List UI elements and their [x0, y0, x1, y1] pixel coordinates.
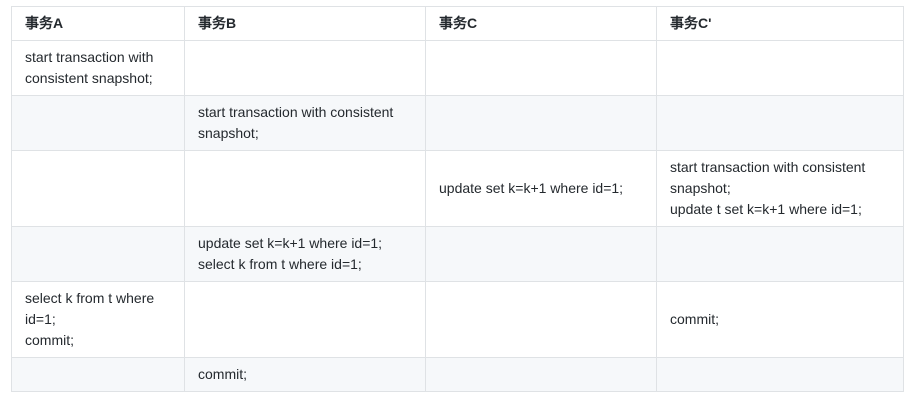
table-cell: [184, 40, 426, 96]
table-row: start transaction with consistent snapsh…: [11, 95, 904, 151]
table-cell: [656, 95, 904, 151]
table-cell: [425, 95, 657, 151]
cell-line: commit;: [198, 366, 247, 382]
table-cell: start transaction with consistent snapsh…: [656, 150, 904, 227]
table-cell: [425, 357, 657, 392]
table-row: start transaction with consistent snapsh…: [11, 40, 904, 96]
table-row: select k from t where id=1; commit; comm…: [11, 281, 904, 358]
content-area: 事务A 事务B 事务C 事务C' start transaction with …: [11, 6, 904, 392]
header-transaction-b: 事务B: [184, 6, 426, 41]
cell-line: start transaction with consistent snapsh…: [198, 104, 394, 141]
header-row: 事务A 事务B 事务C 事务C': [11, 6, 904, 41]
table-cell: update set k=k+1 where id=1; select k fr…: [184, 226, 426, 282]
table-cell: select k from t where id=1; commit;: [11, 281, 185, 358]
cell-line: start transaction with consistent snapsh…: [670, 159, 866, 196]
header-transaction-c-prime: 事务C': [656, 6, 904, 41]
header-transaction-a: 事务A: [11, 6, 185, 41]
table-cell: [11, 95, 185, 151]
table-cell: [656, 226, 904, 282]
table-cell: [425, 281, 657, 358]
table-cell: update set k=k+1 where id=1;: [425, 150, 657, 227]
table-cell: [656, 40, 904, 96]
table-cell: [425, 226, 657, 282]
table-cell: start transaction with consistent snapsh…: [11, 40, 185, 96]
table-row: update set k=k+1 where id=1; start trans…: [11, 150, 904, 227]
table-cell: commit;: [656, 281, 904, 358]
table-row: commit;: [11, 357, 904, 392]
cell-line: commit;: [25, 332, 74, 348]
table-cell: commit;: [184, 357, 426, 392]
table-cell: [656, 357, 904, 392]
table-cell: [184, 150, 426, 227]
header-transaction-c: 事务C: [425, 6, 657, 41]
cell-line: update set k=k+1 where id=1;: [439, 180, 624, 196]
table-cell: [184, 281, 426, 358]
table-cell: [425, 40, 657, 96]
table-cell: [11, 357, 185, 392]
transaction-table: 事务A 事务B 事务C 事务C' start transaction with …: [11, 6, 904, 392]
table-row: update set k=k+1 where id=1; select k fr…: [11, 226, 904, 282]
cell-line: update t set k=k+1 where id=1;: [670, 201, 862, 217]
table-cell: [11, 150, 185, 227]
table-cell: [11, 226, 185, 282]
table-cell: start transaction with consistent snapsh…: [184, 95, 426, 151]
cell-line: select k from t where id=1;: [198, 256, 362, 272]
cell-line: update set k=k+1 where id=1;: [198, 235, 383, 251]
cell-line: select k from t where id=1;: [25, 290, 155, 327]
cell-line: commit;: [670, 311, 719, 327]
cell-line: start transaction with consistent snapsh…: [25, 49, 154, 86]
